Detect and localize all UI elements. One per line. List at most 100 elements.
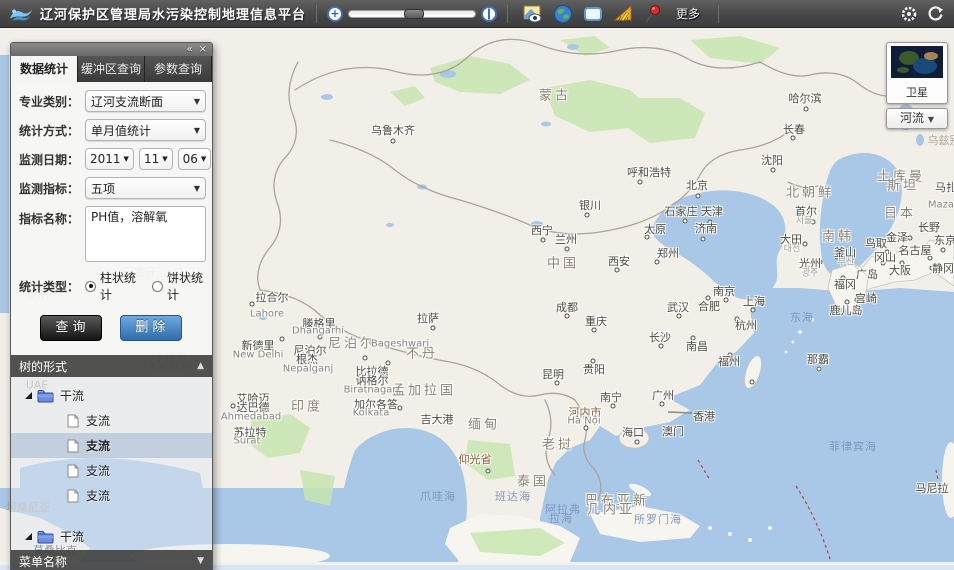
chevron-down-icon: ▼ — [194, 126, 200, 135]
day-select[interactable]: 06 ▼ — [178, 148, 212, 170]
folder-icon — [37, 530, 54, 544]
rivers-layer-button[interactable]: 河流 ▼ — [886, 108, 948, 129]
city-marker — [728, 353, 733, 358]
chevron-down-icon: ▼ — [194, 97, 200, 106]
city-marker — [708, 220, 713, 225]
city-marker — [585, 213, 590, 218]
tree-node-mainstream[interactable]: 干流 — [11, 383, 212, 408]
zoom-slider[interactable] — [348, 10, 476, 18]
zoom-in-button[interactable]: + — [327, 6, 343, 22]
pushpin-icon[interactable] — [643, 4, 663, 24]
city-marker — [386, 361, 391, 366]
city-marker — [677, 314, 682, 319]
city-marker — [941, 248, 946, 253]
tree-section-header[interactable]: 树的形式 ▲ — [11, 355, 212, 377]
satellite-thumbnail — [891, 46, 943, 78]
method-value: 单月值统计 — [91, 122, 151, 139]
menu-section-header[interactable]: 菜单名称 ▼ — [11, 550, 212, 570]
tree-node-label: 干流 — [60, 387, 84, 404]
tree-expander-icon[interactable] — [25, 533, 32, 540]
bar-stat-label: 柱状统计 — [100, 269, 139, 303]
city-marker — [486, 469, 491, 474]
tree-leaf-tributary-selected[interactable]: 支流 — [11, 433, 212, 458]
river-tree: 干流 支流 支流 支流 — [11, 377, 212, 550]
settings-icon[interactable] — [901, 6, 917, 22]
city-marker — [803, 242, 808, 247]
year-select[interactable]: 2011 ▼ — [85, 148, 134, 170]
city-marker — [928, 256, 933, 261]
page-icon — [67, 489, 79, 503]
measure-icon[interactable] — [613, 4, 633, 24]
city-marker — [751, 308, 756, 313]
city-marker — [635, 440, 640, 445]
year-value: 2011 — [90, 152, 121, 166]
folder-icon — [37, 389, 54, 403]
city-marker — [871, 275, 876, 280]
category-select[interactable]: 辽河支流断面 ▼ — [85, 90, 206, 112]
city-marker — [660, 402, 665, 407]
city-marker — [918, 487, 923, 492]
method-select[interactable]: 单月值统计 ▼ — [85, 119, 206, 141]
zoom-full-button[interactable]: ❙ — [481, 6, 497, 22]
page-icon — [67, 439, 79, 453]
city-marker — [908, 236, 913, 241]
bar-stat-radio[interactable] — [85, 281, 96, 292]
city-marker — [817, 367, 822, 372]
divider — [316, 5, 317, 23]
city-marker — [592, 328, 597, 333]
tab-data-statistics[interactable]: 数据统计 — [11, 56, 78, 82]
tab-buffer-query[interactable]: 缓冲区查询 — [78, 56, 145, 82]
city-marker — [696, 194, 701, 199]
city-marker — [591, 359, 596, 364]
city-marker — [431, 326, 436, 331]
page-icon — [67, 414, 79, 428]
city-marker — [584, 426, 589, 431]
more-button[interactable]: 更多 — [676, 5, 700, 22]
chevron-down-icon: ▼ — [124, 155, 129, 163]
city-marker — [691, 336, 696, 341]
extent-icon[interactable] — [583, 4, 603, 24]
chevron-down-icon: ▼ — [194, 184, 200, 193]
index-name-label: 指标名称： — [15, 210, 79, 227]
city-marker — [541, 238, 546, 243]
chevron-down-icon: ▼ — [197, 556, 204, 566]
satellite-basemap-button[interactable]: 卫星 — [886, 42, 948, 104]
city-marker — [683, 219, 688, 224]
map-layers-icon[interactable] — [523, 4, 543, 24]
pie-stat-radio[interactable] — [152, 281, 163, 292]
tree-node-mainstream-2[interactable]: 干流 — [11, 524, 212, 549]
city-marker — [611, 404, 616, 409]
tree-leaf-tributary[interactable]: 支流 — [11, 458, 212, 483]
close-panel-icon[interactable]: × — [199, 45, 207, 55]
category-label: 专业类别： — [15, 93, 79, 110]
delete-button[interactable]: 删 除 — [120, 315, 182, 341]
city-marker — [659, 344, 664, 349]
zoom-slider-thumb[interactable] — [404, 9, 424, 19]
city-marker — [724, 298, 729, 303]
index-name-textarea[interactable]: PH值，溶解氧 — [85, 206, 206, 262]
divider — [718, 5, 719, 23]
tree-leaf-label: 支流 — [86, 487, 110, 504]
city-marker — [231, 404, 236, 409]
indicator-label: 监测指标： — [15, 180, 79, 197]
rivers-label: 河流 — [900, 111, 924, 125]
tree-expander-icon[interactable] — [25, 392, 32, 399]
city-marker — [841, 276, 846, 281]
indicator-select[interactable]: 五项 ▼ — [85, 177, 206, 199]
tree-leaf-tributary[interactable]: 支流 — [11, 483, 212, 508]
refresh-icon[interactable] — [927, 5, 944, 22]
tab-parameter-query[interactable]: 参数查询 — [145, 56, 212, 82]
day-value: 06 — [183, 152, 198, 166]
stat-type-label: 统计类型： — [15, 278, 79, 295]
query-button[interactable]: 查 询 — [40, 315, 102, 341]
tree-leaf-tributary[interactable]: 支流 — [11, 408, 212, 433]
city-marker — [318, 335, 323, 340]
tree-leaf-label: 支流 — [86, 412, 110, 429]
chevron-down-icon: ▼ — [928, 115, 934, 124]
globe-icon[interactable] — [553, 4, 573, 24]
collapse-panel-icon[interactable]: « — [186, 45, 192, 55]
city-marker — [900, 261, 905, 266]
chevron-down-icon: ▼ — [201, 155, 206, 163]
city-marker — [735, 317, 740, 322]
month-select[interactable]: 11 ▼ — [139, 148, 173, 170]
